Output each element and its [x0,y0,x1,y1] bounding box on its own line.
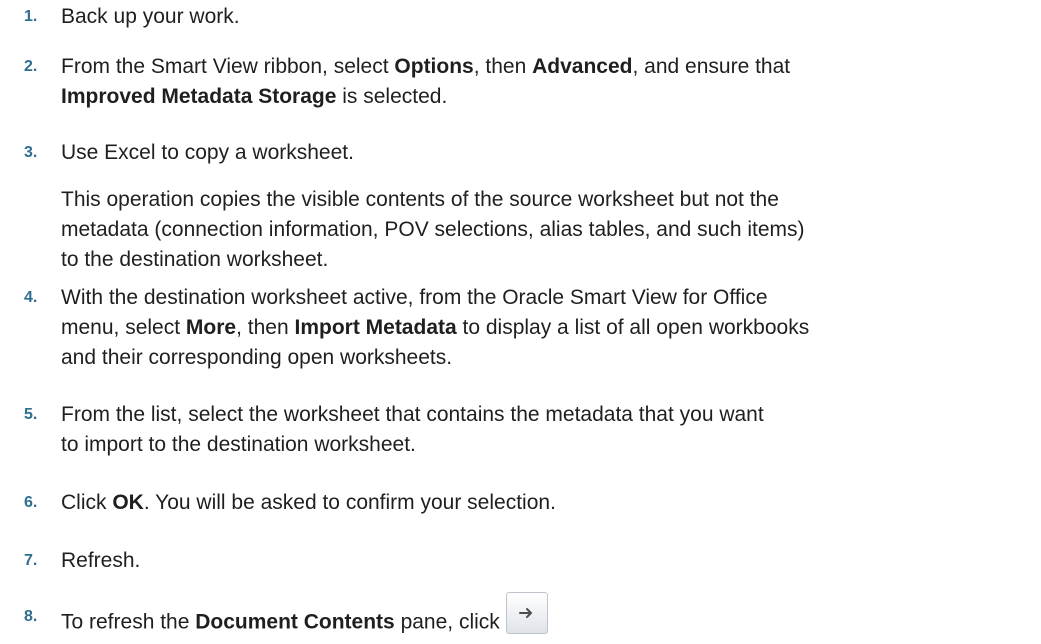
import-metadata-term: Import Metadata [294,316,457,339]
more-term: More [185,316,237,339]
step-text: From the list, select the worksheet that… [61,403,764,456]
step-text: From the Smart View ribbon, select Optio… [61,55,791,108]
improved-metadata-storage-term: Improved Metadata Storage [61,85,337,108]
step-number: 6. [24,494,38,511]
step-text: Refresh. [61,549,141,572]
step-text: Click OK. You will be asked to confirm y… [61,491,556,514]
step-number: 7. [24,552,38,569]
step-text: Back up your work. [61,5,240,28]
arrow-right-icon [518,608,532,618]
step-3-note: This operation copies the visible conten… [61,188,805,271]
step-number: 4. [24,289,38,306]
step-number: 3. [24,144,38,161]
step-number: 8. [24,608,38,625]
ok-term: OK [112,491,144,514]
advanced-term: Advanced [532,55,633,78]
step-text: To refresh the Document Contents pane, c… [61,592,1011,644]
step-number: 1. [24,8,38,25]
refresh-button[interactable] [505,592,548,634]
step-number: 5. [24,406,38,423]
step-text: With the destination worksheet active, f… [61,286,810,369]
step-text: Use Excel to copy a worksheet. [61,141,354,164]
document-contents-term: Document Contents [195,610,395,634]
options-term: Options [394,55,474,78]
step-number: 2. [24,58,38,75]
